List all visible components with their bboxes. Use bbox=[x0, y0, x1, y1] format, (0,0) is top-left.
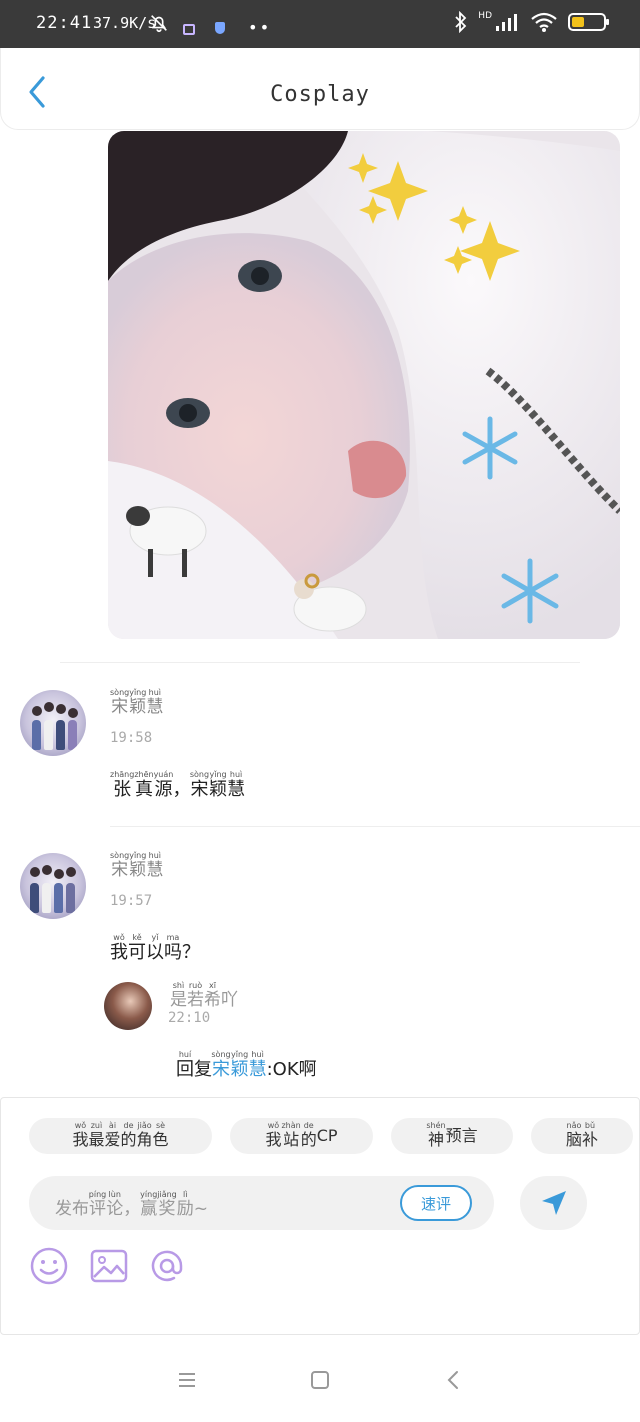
quick-review-button[interactable]: 速评 bbox=[400, 1185, 472, 1221]
post-photo-illustration bbox=[108, 131, 620, 639]
signal-icon bbox=[496, 14, 517, 31]
topic-tag[interactable]: 我wǒ 最zuì 爱ài 的de 角jiǎo 色sè bbox=[29, 1118, 212, 1154]
image-icon[interactable] bbox=[89, 1246, 129, 1286]
comment-composer: 我wǒ 最zuì 爱ài 的de 角jiǎo 色sè 我wǒ 站zhàn 的de CP 神shé… bbox=[0, 1097, 640, 1335]
topic-tag[interactable]: 神shén 预言 bbox=[391, 1118, 513, 1154]
comment-item: 宋sòng颖yǐng慧huì 19:58 张zhāng真zhēn源yuán，宋s… bbox=[0, 680, 640, 825]
status-right-icons: HD bbox=[454, 11, 610, 33]
comment-body: 张zhāng真zhēn源yuán，宋sòng颖yǐng慧huì bbox=[110, 770, 246, 800]
send-icon bbox=[541, 1191, 566, 1215]
status-bar: 22:41 37.9K/s •• HD bbox=[0, 0, 640, 48]
reply-mention[interactable]: 宋sòng颖yǐng慧huì bbox=[211, 1050, 266, 1080]
send-button[interactable] bbox=[520, 1176, 587, 1230]
comment-divider bbox=[110, 826, 640, 827]
topic-tags: 我wǒ 最zuì 爱ài 的de 角jiǎo 色sè 我wǒ 站zhàn 的de CP 神shé… bbox=[29, 1118, 640, 1154]
home-icon[interactable] bbox=[308, 1368, 332, 1392]
page-title: Cosplay bbox=[270, 82, 370, 107]
topic-tag[interactable]: 我wǒ 站zhàn 的de CP bbox=[230, 1118, 373, 1154]
network-hd-label: HD bbox=[478, 11, 492, 21]
comment-input-placeholder: 发布评píng论lùn，赢yíng奖jiǎng励lì~ bbox=[55, 1190, 209, 1219]
reply-avatar[interactable] bbox=[104, 982, 152, 1030]
reply-prefix: 回huí复 bbox=[176, 1050, 212, 1080]
mute-bell-icon bbox=[151, 15, 167, 33]
comment-time: 19:58 bbox=[110, 730, 153, 746]
app-notification-icon bbox=[183, 24, 195, 35]
comment-time: 19:57 bbox=[110, 893, 153, 909]
status-time: 22:41 bbox=[36, 13, 93, 33]
comment-item: 宋sòng颖yǐng慧huì 19:57 我wǒ可kě以yǐ吗ma？ 是shì若… bbox=[0, 845, 640, 1090]
nav-back-icon[interactable] bbox=[442, 1368, 466, 1392]
system-navigation-bar bbox=[0, 1336, 640, 1422]
bluetooth-icon bbox=[455, 11, 467, 33]
reply-time: 22:10 bbox=[168, 1010, 211, 1026]
menu-icon[interactable] bbox=[175, 1368, 199, 1392]
avatar[interactable] bbox=[20, 853, 86, 919]
topic-tag[interactable]: 脑nǎo 补bǔ bbox=[531, 1118, 633, 1154]
avatar[interactable] bbox=[20, 690, 86, 756]
comment-author[interactable]: 宋sòng颖yǐng慧huì bbox=[110, 851, 163, 883]
wifi-icon bbox=[531, 12, 557, 32]
more-notifications-icon: •• bbox=[248, 18, 272, 37]
header: Cosplay bbox=[0, 48, 640, 130]
shield-notification-icon bbox=[215, 22, 225, 34]
comment-input[interactable]: 发布评píng论lùn，赢yíng奖jiǎng励lì~ 速评 bbox=[29, 1176, 494, 1230]
reply-author[interactable]: 是shì若ruò希xī吖 bbox=[170, 981, 238, 1013]
post-image[interactable] bbox=[108, 131, 620, 639]
status-net-speed: 37.9K/s bbox=[93, 14, 157, 32]
battery-icon bbox=[568, 13, 609, 31]
reply-suffix: :OK啊 bbox=[266, 1059, 317, 1080]
comment-author[interactable]: 宋sòng颖yǐng慧huì bbox=[110, 688, 163, 720]
comment-body: 我wǒ可kě以yǐ吗ma？ bbox=[110, 933, 200, 963]
reply-body: 回huí复宋sòng颖yǐng慧huì:OK啊 bbox=[176, 1050, 317, 1082]
post-divider bbox=[60, 662, 580, 663]
at-icon[interactable] bbox=[147, 1246, 187, 1286]
emoji-icon[interactable] bbox=[29, 1246, 69, 1286]
